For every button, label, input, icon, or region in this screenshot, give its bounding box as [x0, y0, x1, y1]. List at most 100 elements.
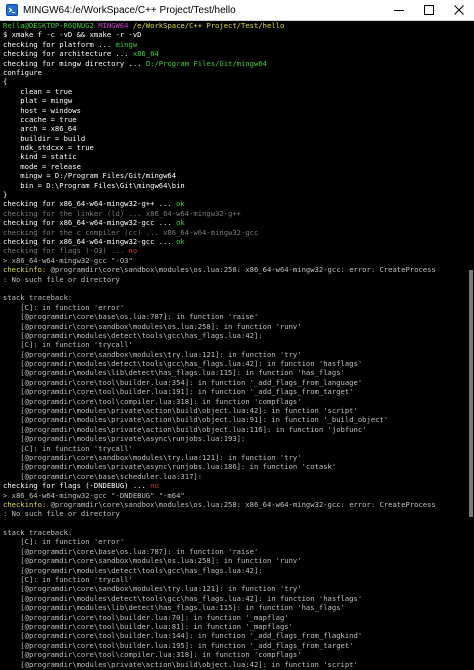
terminal-line: checking for the c compiler (cc) ... x86…	[3, 228, 468, 237]
terminal-text: ndk_stdcxx = true	[3, 143, 94, 153]
terminal-text: stack traceback:	[3, 293, 73, 303]
terminal-text: checking for mingw directory ...	[3, 58, 146, 68]
terminal-line: : No such file or directory	[3, 509, 468, 518]
terminal-text: arch = x86_64	[3, 124, 77, 134]
terminal-text: MINGW64	[98, 21, 133, 30]
close-button[interactable]	[444, 0, 474, 20]
terminal-text: host = windows	[3, 105, 81, 115]
terminal-text: ok	[176, 218, 185, 228]
terminal-text: @programdir\core\sandbox\modules\os.lua:…	[50, 499, 436, 509]
terminal-text: [@programdir\modules\detect\tools\gcc\ha…	[3, 359, 363, 369]
terminal-line: mingw = D:/Program Files/Git/mingw64	[3, 171, 468, 180]
terminal-output[interactable]: Rella@DESKTOP-R6QNUG2 MINGW64 /e/WorkSpa…	[0, 21, 468, 670]
terminal-text: [@programdir\core\tool\builder.lua:81]: …	[3, 622, 293, 631]
terminal-text: checking for x86_64-w64-mingw32-g++ ...	[3, 199, 177, 209]
terminal-line: stack traceback:	[3, 528, 468, 537]
terminal-text: stack traceback:	[3, 528, 73, 538]
terminal-line: checkinfo: @programdir\core\sandbox\modu…	[3, 265, 468, 274]
terminal-text: no	[150, 481, 159, 491]
terminal-text: x86_64	[132, 49, 159, 59]
terminal-line: [@programdir\modules\detect\tools\gcc\ha…	[3, 594, 468, 603]
terminal-line: checking for x86_64-w64-mingw32-g++ ... …	[3, 199, 468, 208]
terminal-line: {	[3, 77, 468, 86]
terminal-text: [C]: in function 'trycall'	[3, 340, 133, 350]
terminal-line: [@programdir\modules\private\action\buil…	[3, 660, 468, 669]
terminal-line: > x86_64-w64-mingw32-gcc "-O3"	[3, 256, 468, 265]
terminal-text: [@programdir\core\tool\builder.lua:195]:…	[3, 640, 354, 650]
terminal-text: [@programdir\core\tool\builder.lua:70]: …	[3, 612, 289, 622]
terminal-text: [@programdir\core\tool\compiler.lua:318]…	[3, 396, 302, 406]
terminal-text: [@programdir\modules\detect\tools\gcc\ha…	[3, 593, 363, 603]
terminal-line: [@programdir\core\base\os.lua:787]: in f…	[3, 547, 468, 556]
terminal-line: [C]: in function 'trycall'	[3, 340, 468, 349]
terminal-line: [@programdir\modules\private\action\buil…	[3, 425, 468, 434]
terminal-line: [@programdir\modules\private\async\runjo…	[3, 462, 468, 471]
terminal-text: > x86_64-w64-mingw32-gcc "-DNDEBUG" "-m6…	[3, 490, 185, 500]
terminal-text: [C]: in function 'error'	[3, 302, 125, 312]
vertical-scrollbar[interactable]	[468, 21, 474, 670]
terminal-text: [@programdir\modules\lib\detect\has_flag…	[3, 368, 345, 378]
terminal-line: : No such file or directory	[3, 275, 468, 284]
terminal-line: [@programdir\core\tool\builder.lua:144]:…	[3, 631, 468, 640]
terminal-line: checking for the linker (ld) ... x86_64-…	[3, 209, 468, 218]
terminal-text: [@programdir\core\sandbox\modules\os.lua…	[3, 556, 302, 566]
terminal-text: [@programdir\modules\detect\tools\gcc\ha…	[3, 565, 263, 575]
terminal-line: checking for flags (-DNDEBUG) ... no	[3, 481, 468, 490]
terminal-text: checkinfo:	[3, 499, 51, 509]
terminal-line: host = windows	[3, 106, 468, 115]
terminal-text: > x86_64-w64-mingw32-gcc "-O3"	[3, 255, 133, 265]
terminal-text: checking for flags (-DNDEBUG) ...	[3, 481, 151, 491]
terminal-line: mode = release	[3, 162, 468, 171]
terminal-line: buildir = build	[3, 134, 468, 143]
terminal-line: [C]: in function 'error'	[3, 537, 468, 546]
terminal-line: [C]: in function 'error'	[3, 303, 468, 312]
terminal-text: [@programdir\modules\private\async\runjo…	[3, 434, 246, 444]
terminal-line: checking for x86_64-w64-mingw32-gcc ... …	[3, 237, 468, 246]
terminal-line: [@programdir\modules\lib\detect\has_flag…	[3, 368, 468, 377]
terminal-line: [@programdir\core\tool\builder.lua:70]: …	[3, 613, 468, 622]
terminal-text: [C]: in function 'trycall'	[3, 443, 133, 453]
terminal-text: ccache = true	[3, 114, 77, 124]
terminal-line: $ xmake f -c -vD && xmake -r -vD	[3, 30, 468, 39]
terminal-text: [@programdir\core\sandbox\modules\try.lu…	[3, 452, 302, 462]
terminal-text: Rella@DESKTOP-R6QNUG2	[3, 21, 99, 30]
terminal-text: [C]: in function 'error'	[3, 537, 125, 547]
terminal-line: [@programdir\modules\detect\tools\gcc\ha…	[3, 359, 468, 368]
terminal-text: ok	[176, 199, 185, 209]
terminal-text: [C]: in function 'trycall'	[3, 575, 133, 585]
scrollbar-thumb[interactable]	[469, 270, 473, 517]
terminal-line: [@programdir\modules\private\async\runjo…	[3, 434, 468, 443]
terminal-text: checking for architecture ...	[3, 49, 133, 59]
maximize-button[interactable]	[414, 0, 444, 20]
terminal-text: checking for x86_64-w64-mingw32-gcc ...	[3, 236, 177, 246]
terminal-line: [@programdir\core\tool\builder.lua:354]:…	[3, 378, 468, 387]
terminal-text: [@programdir\core\sandbox\modules\os.lua…	[3, 321, 302, 331]
terminal-text: : No such file or directory	[3, 274, 120, 284]
terminal-text: checking for x86_64-w64-mingw32-gcc ...	[3, 218, 177, 228]
terminal-line: [@programdir\core\tool\builder.lua:81]: …	[3, 622, 468, 631]
terminal-line: [@programdir\modules\detect\tools\gcc\ha…	[3, 566, 468, 575]
terminal-text: : No such file or directory	[3, 509, 120, 519]
terminal-line: checking for mingw directory ... D:/Prog…	[3, 59, 468, 68]
terminal-line: [@programdir\core\base\os.lua:787]: in f…	[3, 312, 468, 321]
terminal-text: [@programdir\modules\lib\detect\has_flag…	[3, 603, 345, 613]
terminal-text: [@programdir\modules\detect\tools\gcc\ha…	[3, 330, 263, 340]
terminal-line: ndk_stdcxx = true	[3, 143, 468, 152]
terminal-line: [C]: in function 'trycall'	[3, 575, 468, 584]
terminal-text: [@programdir\modules\private\async\runjo…	[3, 462, 337, 472]
terminal-text: configure	[3, 67, 42, 77]
mingw-terminal-icon[interactable]	[5, 3, 19, 17]
terminal-line: Rella@DESKTOP-R6QNUG2 MINGW64 /e/WorkSpa…	[3, 21, 468, 30]
terminal-text: clean = true	[3, 86, 73, 96]
terminal-text: [@programdir\core\base\scheduler.lua:317…	[3, 471, 203, 481]
title-bar[interactable]: MINGW64:/e/WorkSpace/C++ Project/Test/he…	[0, 0, 474, 21]
terminal-text: @programdir\core\sandbox\modules\os.lua:…	[50, 265, 436, 275]
terminal-text: bin = D:\Program Files\Git\mingw64\bin	[3, 180, 185, 190]
terminal-text: {	[3, 77, 8, 87]
terminal-line: plat = mingw	[3, 96, 468, 105]
terminal-text: kind = static	[3, 152, 77, 162]
terminal-text: mingw = D:/Program Files/Git/mingw64	[3, 171, 177, 181]
minimize-button[interactable]	[384, 0, 414, 20]
terminal-text: checking for platform ...	[3, 39, 116, 49]
